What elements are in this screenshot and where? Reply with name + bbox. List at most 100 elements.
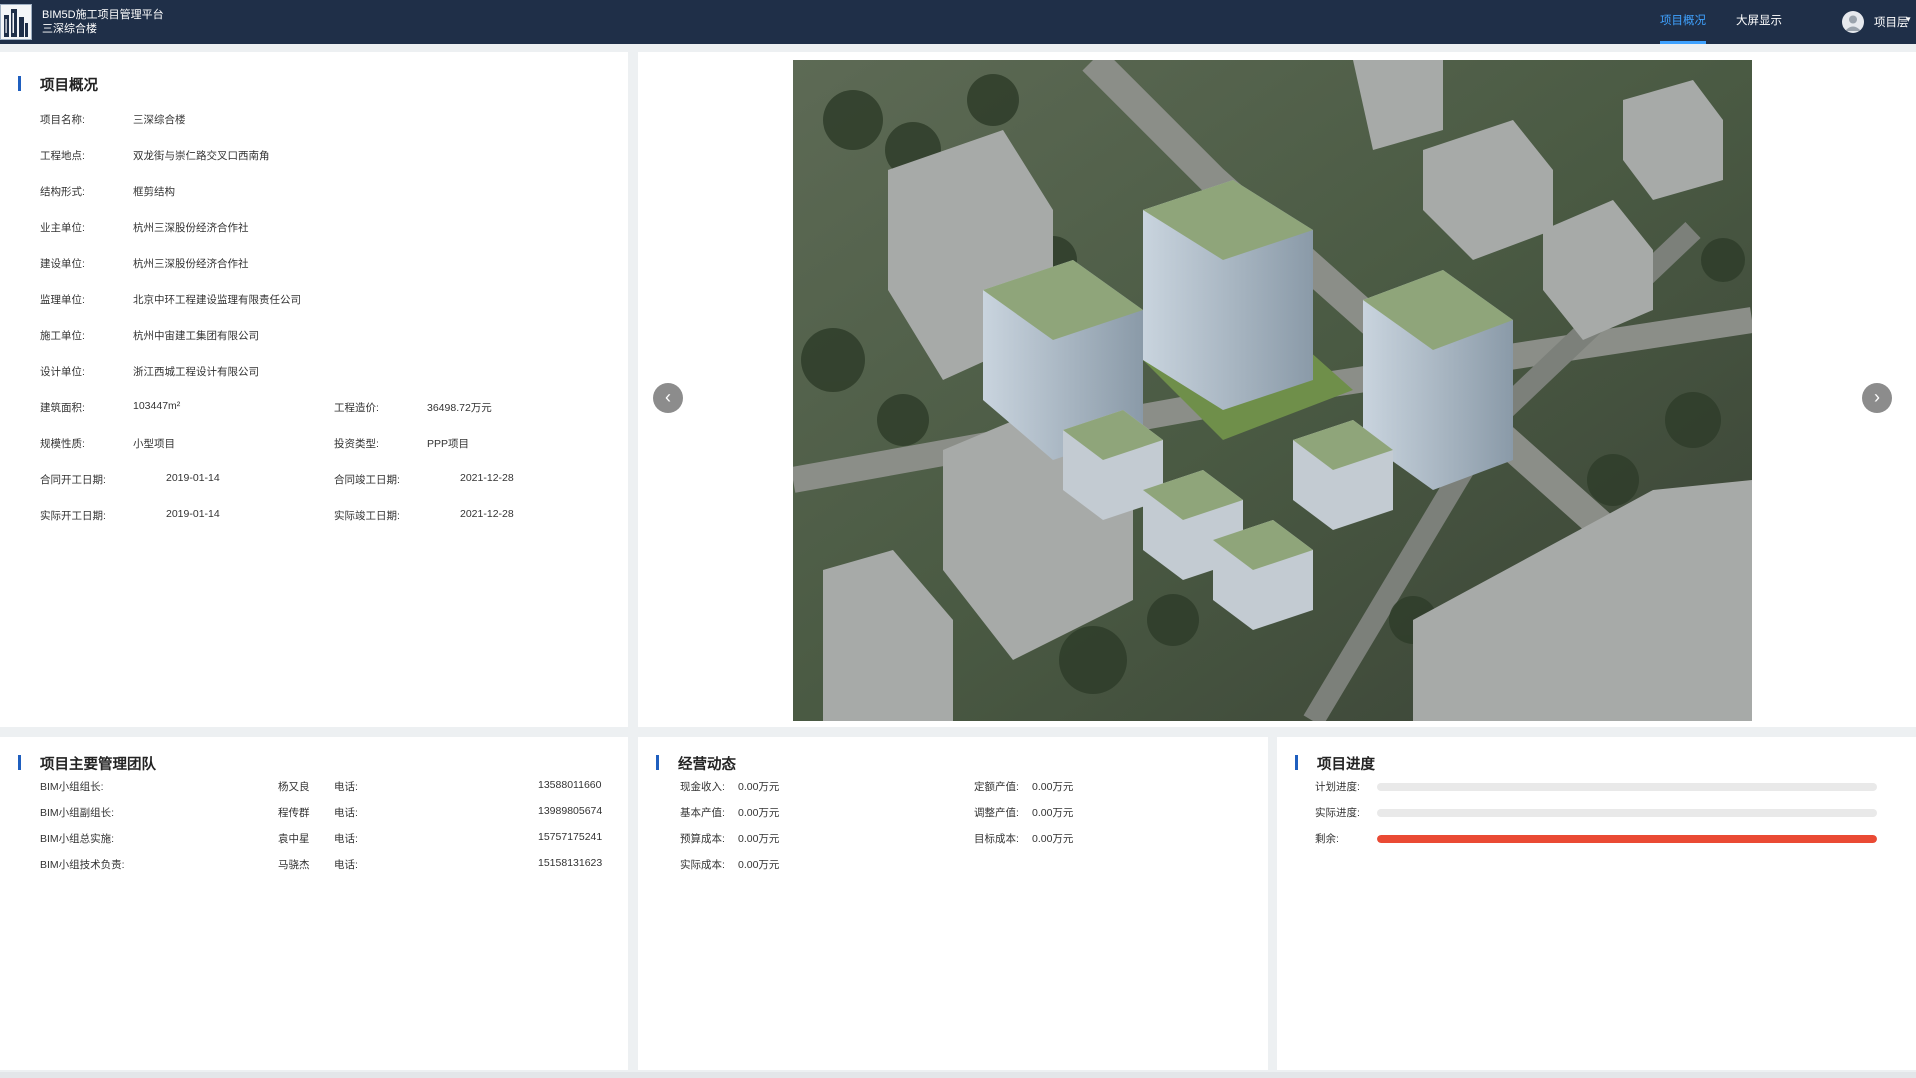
phone-label: 电话: bbox=[334, 859, 358, 871]
project-name: 三深综合楼 bbox=[42, 23, 97, 35]
avatar[interactable] bbox=[1842, 11, 1864, 33]
platform-title: BIM5D施工项目管理平台 bbox=[42, 9, 164, 21]
info-value: 杭州三深股份经济合作社 bbox=[133, 258, 249, 270]
business-value: 0.00万元 bbox=[738, 833, 780, 845]
info-label: 投资类型: bbox=[334, 438, 379, 450]
member-name: 袁中星 bbox=[278, 833, 310, 845]
business-value: 0.00万元 bbox=[1032, 833, 1074, 845]
panel-title: 项目主要管理团队 bbox=[18, 753, 156, 774]
info-label: 工程地点: bbox=[40, 150, 85, 162]
info-value: 杭州中宙建工集团有限公司 bbox=[133, 330, 259, 342]
user-role-label[interactable]: 项目层 bbox=[1874, 14, 1909, 30]
project-rendering-image[interactable] bbox=[793, 60, 1752, 721]
business-value: 0.00万元 bbox=[1032, 781, 1074, 793]
info-value: 北京中环工程建设监理有限责任公司 bbox=[133, 294, 301, 306]
project-progress-panel: 项目进度 计划进度: 实际进度: 剩余: bbox=[1277, 737, 1916, 1070]
member-name: 程传群 bbox=[278, 807, 310, 819]
business-value: 0.00万元 bbox=[738, 859, 780, 871]
panel-title: 项目进度 bbox=[1295, 753, 1375, 774]
panel-title: 项目概况 bbox=[18, 74, 98, 95]
tab-project-overview[interactable]: 项目概况 bbox=[1660, 0, 1706, 44]
business-label: 定额产值: bbox=[974, 781, 1019, 793]
progress-row: 计划进度: bbox=[1315, 779, 1885, 795]
info-value: 2019-01-14 bbox=[166, 472, 220, 484]
info-label: 实际竣工日期: bbox=[334, 510, 400, 522]
info-value: 浙江西城工程设计有限公司 bbox=[133, 366, 259, 378]
info-label: 工程造价: bbox=[334, 402, 379, 414]
panel-title: 经营动态 bbox=[656, 753, 736, 774]
business-value: 0.00万元 bbox=[1032, 807, 1074, 819]
info-value: PPP项目 bbox=[427, 438, 470, 450]
phone-label: 电话: bbox=[334, 781, 358, 793]
business-label: 现金收入: bbox=[680, 781, 725, 793]
info-value: 双龙街与崇仁路交叉口西南角 bbox=[133, 150, 270, 162]
info-label: 合同竣工日期: bbox=[334, 474, 400, 486]
member-name: 马骁杰 bbox=[278, 859, 310, 871]
info-label: 业主单位: bbox=[40, 222, 85, 234]
business-label: 基本产值: bbox=[680, 807, 725, 819]
table-row: BIM小组组长: 杨又良 电话: 13588011660 bbox=[40, 779, 605, 795]
top-navigation-bar: BIM5D施工项目管理平台 三深综合楼 项目概况 大屏显示 项目层 ▾ bbox=[0, 0, 1916, 44]
info-label: 监理单位: bbox=[40, 294, 85, 306]
progress-label: 剩余: bbox=[1315, 833, 1339, 845]
info-value: 2021-12-28 bbox=[460, 508, 514, 520]
bottom-border bbox=[0, 1072, 1916, 1078]
member-role: BIM小组副组长: bbox=[40, 807, 115, 819]
member-phone: 15158131623 bbox=[538, 857, 603, 869]
member-phone: 13989805674 bbox=[538, 805, 603, 817]
info-value: 小型项目 bbox=[133, 438, 175, 450]
progress-row: 实际进度: bbox=[1315, 805, 1885, 821]
table-row: BIM小组总实施: 袁中星 电话: 15757175241 bbox=[40, 831, 605, 847]
progress-track bbox=[1377, 835, 1877, 843]
info-label: 建筑面积: bbox=[40, 402, 85, 414]
info-label: 设计单位: bbox=[40, 366, 85, 378]
info-label: 施工单位: bbox=[40, 330, 85, 342]
info-label: 规模性质: bbox=[40, 438, 85, 450]
chevron-left-icon[interactable]: ‹ bbox=[665, 387, 671, 407]
info-label: 合同开工日期: bbox=[40, 474, 106, 486]
business-label: 目标成本: bbox=[974, 833, 1019, 845]
carousel-prev-button[interactable]: ‹ bbox=[653, 383, 683, 413]
info-value: 杭州三深股份经济合作社 bbox=[133, 222, 249, 234]
carousel-next-button[interactable]: › bbox=[1862, 383, 1892, 413]
info-value: 2019-01-14 bbox=[166, 508, 220, 520]
management-team-panel: 项目主要管理团队 BIM小组组长: 杨又良 电话: 13588011660 BI… bbox=[0, 737, 628, 1070]
business-label: 调整产值: bbox=[974, 807, 1019, 819]
phone-label: 电话: bbox=[334, 807, 358, 819]
chevron-down-icon[interactable]: ▾ bbox=[1906, 14, 1911, 25]
progress-track bbox=[1377, 809, 1877, 817]
info-value: 36498.72万元 bbox=[427, 402, 492, 414]
business-label: 实际成本: bbox=[680, 859, 725, 871]
member-name: 杨又良 bbox=[278, 781, 310, 793]
info-value: 2021-12-28 bbox=[460, 472, 514, 484]
table-row: BIM小组技术负责: 马骁杰 电话: 15158131623 bbox=[40, 857, 605, 873]
user-menu[interactable]: 项目层 ▾ bbox=[1826, 0, 1916, 44]
member-phone: 15757175241 bbox=[538, 831, 603, 843]
chevron-right-icon[interactable]: › bbox=[1874, 387, 1880, 407]
phone-label: 电话: bbox=[334, 833, 358, 845]
info-label: 项目名称: bbox=[40, 114, 85, 126]
progress-label: 计划进度: bbox=[1315, 781, 1360, 793]
brand-block: BIM5D施工项目管理平台 三深综合楼 bbox=[42, 8, 164, 36]
info-value: 框剪结构 bbox=[133, 186, 175, 198]
member-role: BIM小组组长: bbox=[40, 781, 104, 793]
info-value: 三深综合楼 bbox=[133, 114, 186, 126]
progress-row: 剩余: bbox=[1315, 831, 1885, 847]
progress-label: 实际进度: bbox=[1315, 807, 1360, 819]
business-dynamics-panel: 经营动态 现金收入: 0.00万元 定额产值: 0.00万元 基本产值: 0.0… bbox=[638, 737, 1268, 1070]
platform-logo[interactable] bbox=[0, 4, 32, 40]
business-value: 0.00万元 bbox=[738, 807, 780, 819]
member-role: BIM小组总实施: bbox=[40, 833, 115, 845]
info-value: 103447m² bbox=[133, 400, 181, 412]
member-role: BIM小组技术负责: bbox=[40, 859, 125, 871]
project-overview-panel: 项目概况 项目名称: 三深综合楼 工程地点: 双龙街与崇仁路交叉口西南角 结构形… bbox=[0, 52, 628, 727]
business-value: 0.00万元 bbox=[738, 781, 780, 793]
progress-track bbox=[1377, 783, 1877, 791]
table-row: BIM小组副组长: 程传群 电话: 13989805674 bbox=[40, 805, 605, 821]
info-label: 结构形式: bbox=[40, 186, 85, 198]
tab-big-screen[interactable]: 大屏显示 bbox=[1736, 0, 1782, 44]
member-phone: 13588011660 bbox=[538, 779, 602, 791]
info-label: 建设单位: bbox=[40, 258, 85, 270]
info-label: 实际开工日期: bbox=[40, 510, 106, 522]
progress-fill bbox=[1377, 835, 1877, 843]
